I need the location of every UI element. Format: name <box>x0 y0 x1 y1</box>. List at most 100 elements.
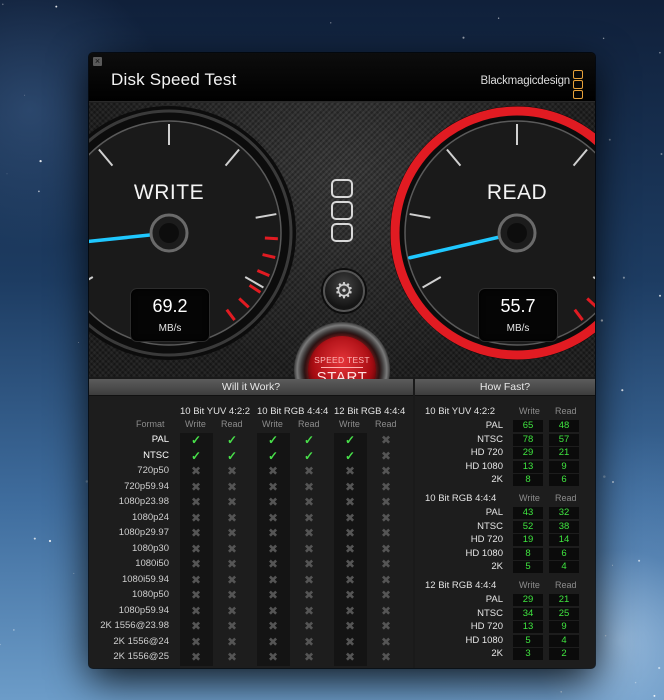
format-label: 1080p24 <box>132 511 169 523</box>
format-label: 1080i50 <box>135 558 169 569</box>
speed-row: PAL 43 32 <box>415 507 595 520</box>
star <box>39 159 42 163</box>
check-icon: ✓ <box>267 433 279 447</box>
write-fps-value: 13 <box>513 621 543 633</box>
read-fps-value: 21 <box>549 594 579 606</box>
read-fps-value: 57 <box>549 433 579 446</box>
cross-icon: ✖ <box>380 448 392 463</box>
gear-icon: ⚙ <box>334 278 354 303</box>
star <box>13 629 15 631</box>
star <box>600 319 604 322</box>
speed-format-label: HD 720 <box>470 621 503 632</box>
cross-icon: ✖ <box>380 479 392 494</box>
write-column-header: Write <box>185 419 206 429</box>
check-icon: ✓ <box>190 433 202 447</box>
write-speed-unit: MB/s <box>158 323 182 334</box>
speed-row: PAL 29 21 <box>415 594 595 607</box>
table-row: PAL ✓ ✓ ✓ ✓ ✓ ✖ <box>89 433 413 448</box>
read-fps-value: 14 <box>549 534 579 546</box>
format-column-header: Format <box>136 419 165 429</box>
star <box>48 539 52 543</box>
will-it-work-panel: Will it Work? 10 Bit YUV 4:2:2 10 Bit RG… <box>89 379 413 668</box>
star <box>659 51 661 54</box>
star <box>603 475 606 478</box>
gauge-hub-center <box>507 223 527 243</box>
cross-icon: ✖ <box>267 634 279 649</box>
cross-icon: ✖ <box>226 650 238 664</box>
cross-icon: ✖ <box>190 495 202 509</box>
table-row: 720p59.94 ✖ ✖ ✖ ✖ ✖ ✖ <box>89 480 413 495</box>
star <box>612 481 614 483</box>
table-row: 1080p59.94 ✖ ✖ ✖ ✖ ✖ ✖ <box>89 604 413 619</box>
speed-row: HD 720 13 9 <box>415 621 595 634</box>
star <box>634 681 637 684</box>
how-fast-panel: How Fast? 10 Bit YUV 4:2:2 Write Read PAL 65… <box>415 379 595 668</box>
cross-icon: ✖ <box>344 603 356 618</box>
cross-icon: ✖ <box>303 619 315 633</box>
star <box>24 94 26 96</box>
star <box>73 572 75 574</box>
speed-row: NTSC 78 57 <box>415 433 595 447</box>
read-column-header: Read <box>221 419 243 429</box>
table-row: NTSC ✓ ✓ ✓ ✓ ✓ ✖ <box>89 449 413 464</box>
group-header: 12 Bit RGB 4:4:4 <box>334 406 406 417</box>
read-column-header: Read <box>555 406 577 416</box>
format-label: 1080p50 <box>132 589 169 600</box>
cross-icon: ✖ <box>344 510 356 525</box>
read-fps-value: 38 <box>549 520 579 533</box>
star <box>2 3 4 6</box>
table-row: 1080p23.98 ✖ ✖ ✖ ✖ ✖ ✖ <box>89 495 413 510</box>
cross-icon: ✖ <box>267 464 279 478</box>
write-gauge: WRITE 69.2 MB/s <box>89 103 299 363</box>
close-button[interactable]: × <box>93 57 102 66</box>
check-icon: ✓ <box>226 433 238 447</box>
write-fps-value: 13 <box>513 460 543 473</box>
star <box>602 37 605 40</box>
table-row: 1080p30 ✖ ✖ ✖ ✖ ✖ ✖ <box>89 542 413 557</box>
write-fps-value: 3 <box>513 648 543 660</box>
cross-icon: ✖ <box>267 619 279 633</box>
settings-gear-button[interactable]: ⚙ <box>323 270 365 312</box>
speed-format-label: PAL <box>485 420 503 431</box>
check-icon: ✓ <box>303 448 315 463</box>
format-label: 2K 1556@23.98 <box>100 620 169 631</box>
read-fps-value: 25 <box>549 607 579 620</box>
read-fps-value: 4 <box>549 634 579 647</box>
cross-icon: ✖ <box>190 479 202 494</box>
star <box>621 389 624 392</box>
read-speed-value: 55.7 <box>500 296 536 316</box>
speed-format-label: NTSC <box>477 607 503 619</box>
read-fps-value: 32 <box>549 507 579 519</box>
read-column-header: Read <box>555 580 577 590</box>
write-fps-value: 8 <box>513 547 543 560</box>
start-button-caption: SPEED TEST <box>314 355 370 365</box>
read-fps-value: 4 <box>549 561 579 573</box>
cross-icon: ✖ <box>380 588 392 602</box>
write-fps-value: 34 <box>513 607 543 620</box>
star <box>55 5 58 8</box>
read-column-header: Read <box>298 419 320 429</box>
cross-icon: ✖ <box>190 541 202 556</box>
format-label: 720p50 <box>137 465 169 476</box>
speed-format-label: HD 720 <box>470 534 503 545</box>
star <box>85 480 89 483</box>
cross-icon: ✖ <box>190 572 202 587</box>
speed-row: HD 1080 13 9 <box>415 460 595 474</box>
speed-group-title: 10 Bit RGB 4:4:4 <box>425 493 497 504</box>
cross-icon: ✖ <box>380 510 392 525</box>
speed-group-title: 12 Bit RGB 4:4:4 <box>425 580 497 591</box>
cross-icon: ✖ <box>344 572 356 587</box>
star <box>638 559 641 562</box>
read-fps-value: 21 <box>549 447 579 459</box>
cross-icon: ✖ <box>226 495 238 509</box>
cross-icon: ✖ <box>190 464 202 478</box>
speed-row: HD 720 29 21 <box>415 447 595 460</box>
read-fps-value: 9 <box>549 621 579 633</box>
cross-icon: ✖ <box>267 479 279 494</box>
cross-icon: ✖ <box>226 526 238 540</box>
speed-row: 2K 5 4 <box>415 561 595 574</box>
cross-icon: ✖ <box>190 526 202 540</box>
read-column-header: Read <box>375 419 397 429</box>
star <box>653 694 656 697</box>
will-it-work-header: Will it Work? <box>89 379 413 396</box>
